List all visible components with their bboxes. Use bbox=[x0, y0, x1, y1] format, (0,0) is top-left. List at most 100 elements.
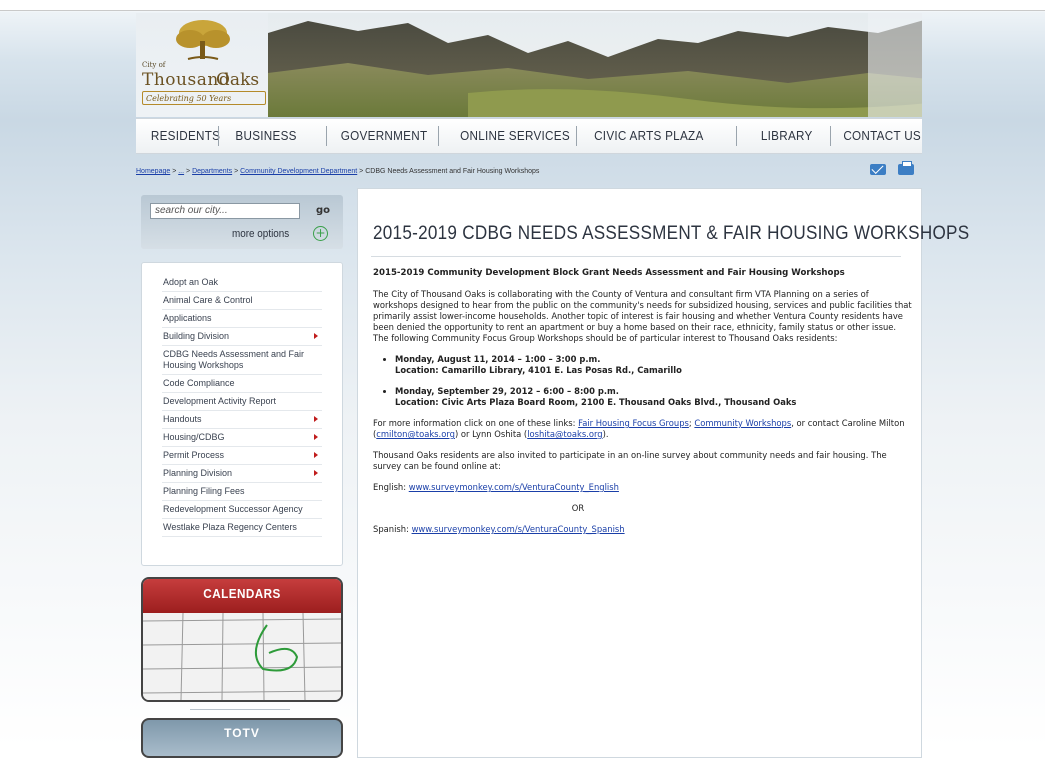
calendars-header: CALENDARS bbox=[143, 579, 341, 613]
nav-library[interactable]: LIBRARY bbox=[761, 128, 813, 143]
plus-circle-icon[interactable]: + bbox=[313, 226, 328, 241]
search-panel: search our city... go more options + bbox=[141, 195, 343, 249]
spanish-survey-link[interactable]: www.surveymonkey.com/s/VenturaCounty_Spa… bbox=[412, 524, 625, 534]
english-label: English: bbox=[373, 482, 409, 492]
nav-civic-arts-plaza[interactable]: CIVIC ARTS PLAZA bbox=[594, 128, 703, 143]
email-loshita-link[interactable]: loshita@toaks.org bbox=[527, 429, 602, 439]
tv-widget[interactable]: TOTV bbox=[141, 718, 343, 758]
main-nav: RESIDENTS BUSINESS GOVERNMENT ONLINE SER… bbox=[136, 118, 922, 154]
fair-housing-link[interactable]: Fair Housing Focus Groups bbox=[578, 418, 689, 428]
nav-government[interactable]: GOVERNMENT bbox=[341, 128, 428, 143]
sidebar-menu-item[interactable]: Permit Process bbox=[162, 447, 322, 465]
spanish-label: Spanish: bbox=[373, 524, 412, 534]
more-info-paragraph: For more information click on one of the… bbox=[373, 418, 913, 440]
nav-online-services[interactable]: ONLINE SERVICES bbox=[460, 128, 570, 143]
article-body: 2015-2019 Community Development Block Gr… bbox=[373, 268, 913, 545]
nav-separator bbox=[830, 126, 831, 146]
sidebar-menu-item[interactable]: Development Activity Report bbox=[162, 393, 322, 411]
sidebar-menu-item[interactable]: Planning Filing Fees bbox=[162, 483, 322, 501]
sidebar-menu-label: Planning Division bbox=[163, 468, 233, 478]
search-go-button[interactable]: go bbox=[312, 203, 334, 219]
spanish-survey-line: Spanish: www.surveymonkey.com/s/VenturaC… bbox=[373, 524, 913, 535]
city-logo[interactable]: City of Thousand Oaks Celebrating 50 Yea… bbox=[138, 20, 278, 111]
logo-oaks: Oaks bbox=[216, 70, 260, 90]
sidebar-menu-item[interactable]: Westlake Plaza Regency Centers bbox=[162, 519, 322, 537]
sidebar-menu-label: Development Activity Report bbox=[163, 396, 277, 406]
sidebar-menu-label: Westlake Plaza Regency Centers bbox=[163, 522, 297, 532]
nav-separator bbox=[576, 126, 577, 146]
article-subtitle: 2015-2019 Community Development Block Gr… bbox=[373, 268, 845, 278]
or-separator: OR bbox=[571, 503, 585, 513]
sidebar-menu-item[interactable]: Planning Division bbox=[162, 465, 322, 483]
submenu-arrow-icon bbox=[314, 470, 318, 476]
sidebar-menu-item[interactable]: CDBG Needs Assessment and Fair Housing W… bbox=[162, 346, 322, 375]
sidebar-menu-list: Adopt an Oak Animal Care & Control Applica… bbox=[162, 274, 322, 537]
workshop-date: Monday, September 29, 2012 – 6:00 – 8:00… bbox=[395, 386, 619, 396]
sidebar-menu-label: Permit Process bbox=[163, 450, 225, 460]
breadcrumb-sep: > bbox=[184, 168, 193, 175]
english-survey-link[interactable]: www.surveymonkey.com/s/VenturaCounty_Eng… bbox=[409, 482, 619, 492]
workshop-list: Monday, August 11, 2014 – 1:00 – 3:00 p.… bbox=[373, 354, 913, 408]
community-workshops-link[interactable]: Community Workshops bbox=[694, 418, 791, 428]
sidebar-menu-label: Code Compliance bbox=[163, 378, 235, 388]
more-info-text: For more information click on one of the… bbox=[373, 418, 579, 428]
email-icon[interactable] bbox=[870, 164, 886, 175]
tv-label: TOTV bbox=[224, 726, 260, 740]
calendars-widget[interactable]: CALENDARS bbox=[141, 577, 343, 702]
sidebar-menu-label: Applications bbox=[163, 313, 212, 323]
title-divider bbox=[371, 256, 901, 257]
breadcrumb-homepage[interactable]: Homepage bbox=[136, 168, 170, 175]
sidebar-menu-item[interactable]: Housing/CDBG bbox=[162, 429, 322, 447]
oak-tree-icon bbox=[176, 20, 230, 60]
header-banner: City of Thousand Oaks Celebrating 50 Yea… bbox=[136, 13, 922, 117]
nav-separator bbox=[438, 126, 439, 146]
submenu-arrow-icon bbox=[314, 416, 318, 422]
nav-residents[interactable]: RESIDENTS bbox=[151, 128, 220, 143]
email-cmilton-link[interactable]: cmilton@toaks.org bbox=[376, 429, 455, 439]
contact-text: ). bbox=[602, 429, 609, 439]
main-content: 2015-2019 CDBG NEEDS ASSESSMENT & FAIR H… bbox=[357, 188, 969, 758]
nav-business[interactable]: BUSINESS bbox=[235, 128, 296, 143]
mountain-landscape-image bbox=[268, 13, 922, 117]
sidebar-menu-item[interactable]: Handouts bbox=[162, 411, 322, 429]
search-input[interactable]: search our city... bbox=[150, 203, 300, 219]
sidebar-menu-label: CDBG Needs Assessment and Fair Housing W… bbox=[163, 349, 305, 370]
sidebar-menu-item[interactable]: Animal Care & Control bbox=[162, 292, 322, 310]
workshop-item: Monday, August 11, 2014 – 1:00 – 3:00 p.… bbox=[395, 354, 913, 376]
contact-text: ) or Lynn Oshita ( bbox=[454, 429, 528, 439]
workshop-location: Location: Civic Arts Plaza Board Room, 2… bbox=[395, 397, 797, 407]
submenu-arrow-icon bbox=[314, 452, 318, 458]
sidebar-menu-label: Redevelopment Successor Agency bbox=[163, 504, 303, 514]
workshop-item: Monday, September 29, 2012 – 6:00 – 8:00… bbox=[395, 386, 913, 408]
page-title: 2015-2019 CDBG NEEDS ASSESSMENT & FAIR H… bbox=[373, 223, 970, 244]
more-options-link[interactable]: more options bbox=[232, 228, 289, 240]
sidebar-menu-item[interactable]: Redevelopment Successor Agency bbox=[162, 501, 322, 519]
workshop-location: Location: Camarillo Library, 4101 E. Las… bbox=[395, 365, 682, 375]
logo-celebrating: Celebrating 50 Years bbox=[142, 91, 266, 105]
survey-paragraph: Thousand Oaks residents are also invited… bbox=[373, 450, 887, 471]
sidebar-menu-item[interactable]: Code Compliance bbox=[162, 375, 322, 393]
sidebar-menu-label: Building Division bbox=[163, 331, 230, 341]
sidebar-menu-item[interactable]: Applications bbox=[162, 310, 322, 328]
nav-separator bbox=[736, 126, 737, 146]
breadcrumb: Homepage > ... > Departments > Community… bbox=[136, 168, 539, 175]
breadcrumb-current: CDBG Needs Assessment and Fair Housing W… bbox=[365, 168, 540, 175]
top-rule bbox=[0, 10, 1045, 11]
sidebar-menu-label: Adopt an Oak bbox=[163, 277, 219, 287]
calendar-grid-icon bbox=[143, 613, 341, 700]
sidebar-menu-item[interactable]: Building Division bbox=[162, 328, 322, 346]
sidebar-menu-item[interactable]: Adopt an Oak bbox=[162, 274, 322, 292]
sidebar-divider bbox=[190, 709, 290, 710]
sidebar-menu-label: Planning Filing Fees bbox=[163, 486, 245, 496]
intro-paragraph: The City of Thousand Oaks is collaborati… bbox=[373, 289, 912, 343]
sidebar-menu: Adopt an Oak Animal Care & Control Applica… bbox=[141, 262, 343, 566]
nav-separator bbox=[326, 126, 327, 146]
breadcrumb-community-development[interactable]: Community Development Department bbox=[240, 168, 357, 175]
submenu-arrow-icon bbox=[314, 333, 318, 339]
submenu-arrow-icon bbox=[314, 434, 318, 440]
breadcrumb-departments[interactable]: Departments bbox=[192, 168, 232, 175]
page-tools bbox=[870, 161, 914, 175]
breadcrumb-sep: > bbox=[232, 168, 241, 175]
nav-contact-us[interactable]: CONTACT US bbox=[843, 128, 921, 143]
print-icon[interactable] bbox=[898, 161, 914, 175]
